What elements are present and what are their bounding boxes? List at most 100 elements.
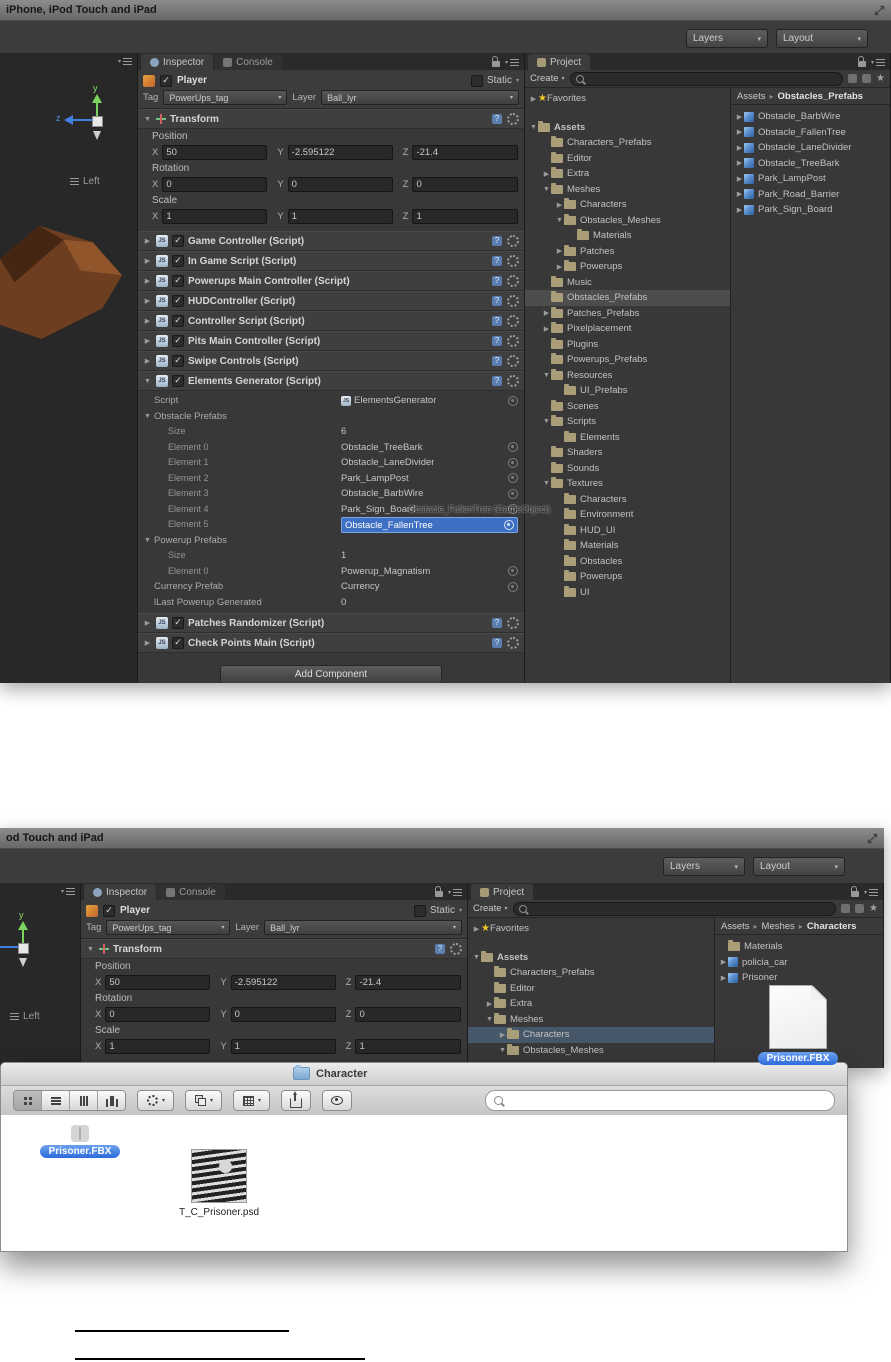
foldout-icon[interactable]: ▶ bbox=[542, 309, 551, 317]
column-view-button[interactable] bbox=[70, 1091, 98, 1110]
object-picker-icon[interactable] bbox=[508, 488, 518, 499]
gizmo-center-cube[interactable] bbox=[92, 116, 103, 127]
object-picker-icon[interactable] bbox=[508, 581, 518, 592]
context-menu-icon[interactable] bbox=[507, 255, 519, 267]
size-field[interactable]: 1 bbox=[341, 549, 518, 562]
tree-item-sounds[interactable]: Sounds bbox=[525, 461, 730, 477]
asset-item-park_lamppost[interactable]: ▶ Park_LampPost bbox=[731, 171, 890, 187]
foldout-icon[interactable]: ▶ bbox=[485, 1000, 494, 1008]
help-icon[interactable] bbox=[492, 618, 502, 628]
panel-menu-icon[interactable]: ▾ bbox=[448, 888, 462, 896]
enabled-checkbox[interactable]: ✓ bbox=[172, 255, 184, 267]
window-titlebar[interactable]: iPhone, iPod Touch and iPad bbox=[0, 0, 891, 21]
layout-dropdown[interactable]: Layout ▾ bbox=[753, 857, 845, 876]
asset-item-obstacle_barbwire[interactable]: ▶ Obstacle_BarbWire bbox=[731, 109, 890, 125]
context-menu-icon[interactable] bbox=[507, 275, 519, 287]
finder-titlebar[interactable]: Character bbox=[1, 1063, 847, 1086]
position-x-field[interactable] bbox=[105, 975, 211, 990]
help-icon[interactable] bbox=[492, 256, 502, 266]
static-checkbox[interactable] bbox=[470, 74, 483, 87]
tree-item-scripts[interactable]: ▼ Scripts bbox=[525, 414, 730, 430]
project-search-field[interactable] bbox=[569, 71, 844, 86]
asset-item-park_sign_board[interactable]: ▶ Park_Sign_Board bbox=[731, 202, 890, 218]
foldout-icon[interactable]: ▶ bbox=[555, 247, 564, 255]
position-x-field[interactable] bbox=[162, 145, 268, 160]
foldout-icon[interactable]: ▶ bbox=[472, 925, 481, 933]
save-search-icon[interactable]: ★ bbox=[869, 903, 878, 914]
scale-z-field[interactable] bbox=[412, 209, 518, 224]
enabled-checkbox[interactable]: ✓ bbox=[172, 235, 184, 247]
tree-item-ui_prefabs[interactable]: UI_Prefabs bbox=[525, 383, 730, 399]
tree-item-characters_prefabs[interactable]: Characters_Prefabs bbox=[525, 135, 730, 151]
component-header[interactable]: ▶ JS ✓ Pits Main Controller (Script) bbox=[138, 331, 524, 351]
asset-item-park_road_barrier[interactable]: ▶ Park_Road_Barrier bbox=[731, 187, 890, 203]
enabled-checkbox[interactable]: ✓ bbox=[172, 295, 184, 307]
component-header[interactable]: ▶ JS ✓ In Game Script (Script) bbox=[138, 251, 524, 271]
foldout-icon[interactable]: ▶ bbox=[735, 144, 744, 152]
project-search-field[interactable] bbox=[512, 901, 837, 916]
tree-item-powerups[interactable]: ▶ Powerups bbox=[525, 259, 730, 275]
foldout-icon[interactable]: ▼ bbox=[143, 116, 152, 123]
help-icon[interactable] bbox=[492, 336, 502, 346]
gizmo-y-arrow-icon[interactable] bbox=[18, 921, 28, 930]
add-component-button[interactable]: Add Component bbox=[220, 665, 442, 683]
tag-dropdown[interactable]: PowerUps_tag ▾ bbox=[106, 920, 231, 935]
finder-search-field[interactable] bbox=[485, 1090, 835, 1111]
foldout-icon[interactable]: ▶ bbox=[735, 175, 744, 183]
share-button[interactable] bbox=[281, 1090, 312, 1111]
scale-z-field[interactable] bbox=[355, 1039, 461, 1054]
tree-item-characters[interactable]: Characters bbox=[525, 492, 730, 508]
foldout-icon[interactable]: ▶ bbox=[143, 237, 152, 245]
view-orientation-label[interactable]: Left bbox=[10, 1011, 40, 1022]
enabled-checkbox[interactable]: ✓ bbox=[172, 617, 184, 629]
tree-item-plugins[interactable]: Plugins bbox=[525, 337, 730, 353]
asset-item-prisoner[interactable]: ▶ Prisoner bbox=[715, 970, 883, 986]
tree-item-materials[interactable]: Materials bbox=[525, 538, 730, 554]
help-icon[interactable] bbox=[492, 376, 502, 386]
object-picker-icon[interactable] bbox=[504, 520, 514, 530]
foldout-icon[interactable]: ▼ bbox=[542, 480, 551, 487]
tree-item-pixelplacement[interactable]: ▶ Pixelplacement bbox=[525, 321, 730, 337]
lock-icon[interactable] bbox=[857, 56, 866, 67]
foldout-icon[interactable]: ▶ bbox=[555, 201, 564, 209]
layers-dropdown[interactable]: Layers ▾ bbox=[686, 29, 768, 48]
tab-project[interactable]: Project bbox=[528, 54, 591, 70]
context-menu-icon[interactable] bbox=[507, 295, 519, 307]
breadcrumb-part[interactable]: Characters bbox=[807, 921, 857, 932]
rotation-x-field[interactable] bbox=[105, 1007, 211, 1022]
gameobject-name[interactable]: Player bbox=[120, 905, 150, 916]
rotation-y-field[interactable] bbox=[230, 1007, 336, 1022]
component-header[interactable]: ▶ JS ✓ HUDController (Script) bbox=[138, 291, 524, 311]
active-checkbox[interactable]: ✓ bbox=[103, 904, 115, 917]
foldout-icon[interactable]: ▶ bbox=[143, 357, 152, 365]
foldout-icon[interactable]: ▼ bbox=[542, 418, 551, 425]
search-by-label-icon[interactable] bbox=[862, 74, 872, 83]
foldout-icon[interactable]: ▼ bbox=[555, 217, 564, 224]
element-object-field[interactable]: Obstacle_FallenTree bbox=[341, 517, 518, 533]
foldout-icon[interactable]: ▶ bbox=[143, 639, 152, 647]
rotation-y-field[interactable] bbox=[287, 177, 393, 192]
orientation-gizmo[interactable]: y z bbox=[0, 910, 42, 983]
rotation-z-field[interactable] bbox=[355, 1007, 461, 1022]
asset-item-obstacle_fallentree[interactable]: ▶ Obstacle_FallenTree bbox=[731, 125, 890, 141]
foldout-icon[interactable]: ▶ bbox=[143, 317, 152, 325]
tab-project[interactable]: Project bbox=[471, 884, 534, 900]
help-icon[interactable] bbox=[492, 236, 502, 246]
tree-item-environment[interactable]: Environment bbox=[525, 507, 730, 523]
rotation-x-field[interactable] bbox=[162, 177, 268, 192]
tree-item-scenes[interactable]: Scenes bbox=[525, 399, 730, 415]
foldout-icon[interactable]: ▶ bbox=[143, 337, 152, 345]
element-object-field[interactable]: Obstacle_BarbWire bbox=[341, 487, 518, 500]
position-z-field[interactable] bbox=[412, 145, 518, 160]
object-picker-icon[interactable] bbox=[508, 442, 518, 452]
lock-icon[interactable] bbox=[434, 886, 443, 897]
context-menu-icon[interactable] bbox=[507, 375, 519, 387]
static-checkbox[interactable] bbox=[413, 904, 426, 917]
context-menu-icon[interactable] bbox=[507, 355, 519, 367]
tree-item-assets[interactable]: ▼ Assets bbox=[468, 950, 714, 966]
icon-view-button[interactable] bbox=[14, 1091, 42, 1110]
scale-y-field[interactable] bbox=[287, 209, 393, 224]
finder-item-fbx[interactable]: Prisoner.FBX bbox=[25, 1125, 135, 1158]
foldout-icon[interactable]: ▼ bbox=[144, 413, 151, 420]
arrange-menu-button[interactable]: ▾ bbox=[185, 1090, 223, 1111]
